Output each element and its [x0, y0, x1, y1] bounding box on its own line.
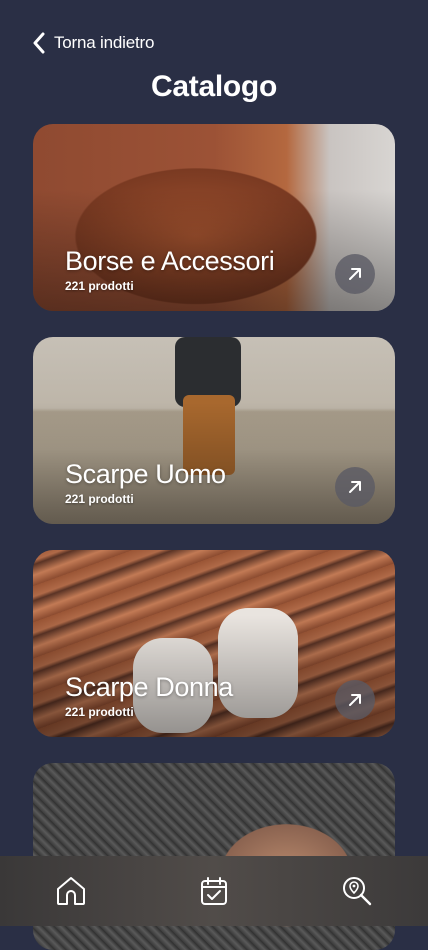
search-location-icon [342, 877, 371, 906]
page-title: Catalogo [151, 70, 277, 103]
open-category-button[interactable] [335, 680, 375, 720]
nav-home-button[interactable] [41, 861, 101, 921]
category-name: Scarpe Donna [65, 672, 233, 702]
arrow-up-right-icon [349, 481, 361, 493]
calendar-check-icon [200, 877, 227, 905]
arrow-up-right-icon [349, 694, 361, 706]
open-category-button[interactable] [335, 467, 375, 507]
category-count: 221 prodotti [65, 492, 134, 506]
back-button[interactable]: Torna indietro [32, 32, 154, 54]
category-count: 221 prodotti [65, 705, 134, 719]
nav-search-button[interactable] [327, 861, 387, 921]
chevron-left-icon [33, 32, 45, 54]
back-label: Torna indietro [54, 33, 155, 52]
home-icon [57, 877, 86, 905]
category-card-scarpe-uomo[interactable]: Scarpe Uomo 221 prodotti [33, 337, 395, 524]
category-card-scarpe-donna[interactable]: Scarpe Donna 221 prodotti [33, 550, 395, 737]
open-category-button[interactable] [335, 254, 375, 294]
category-name: Borse e Accessori [65, 246, 275, 276]
bottom-nav [0, 856, 428, 926]
arrow-up-right-icon [349, 268, 361, 280]
category-name: Scarpe Uomo [65, 459, 226, 489]
category-count: 221 prodotti [65, 279, 134, 293]
category-card-borse[interactable]: Borse e Accessori 221 prodotti [33, 124, 395, 311]
nav-calendar-button[interactable] [184, 861, 244, 921]
